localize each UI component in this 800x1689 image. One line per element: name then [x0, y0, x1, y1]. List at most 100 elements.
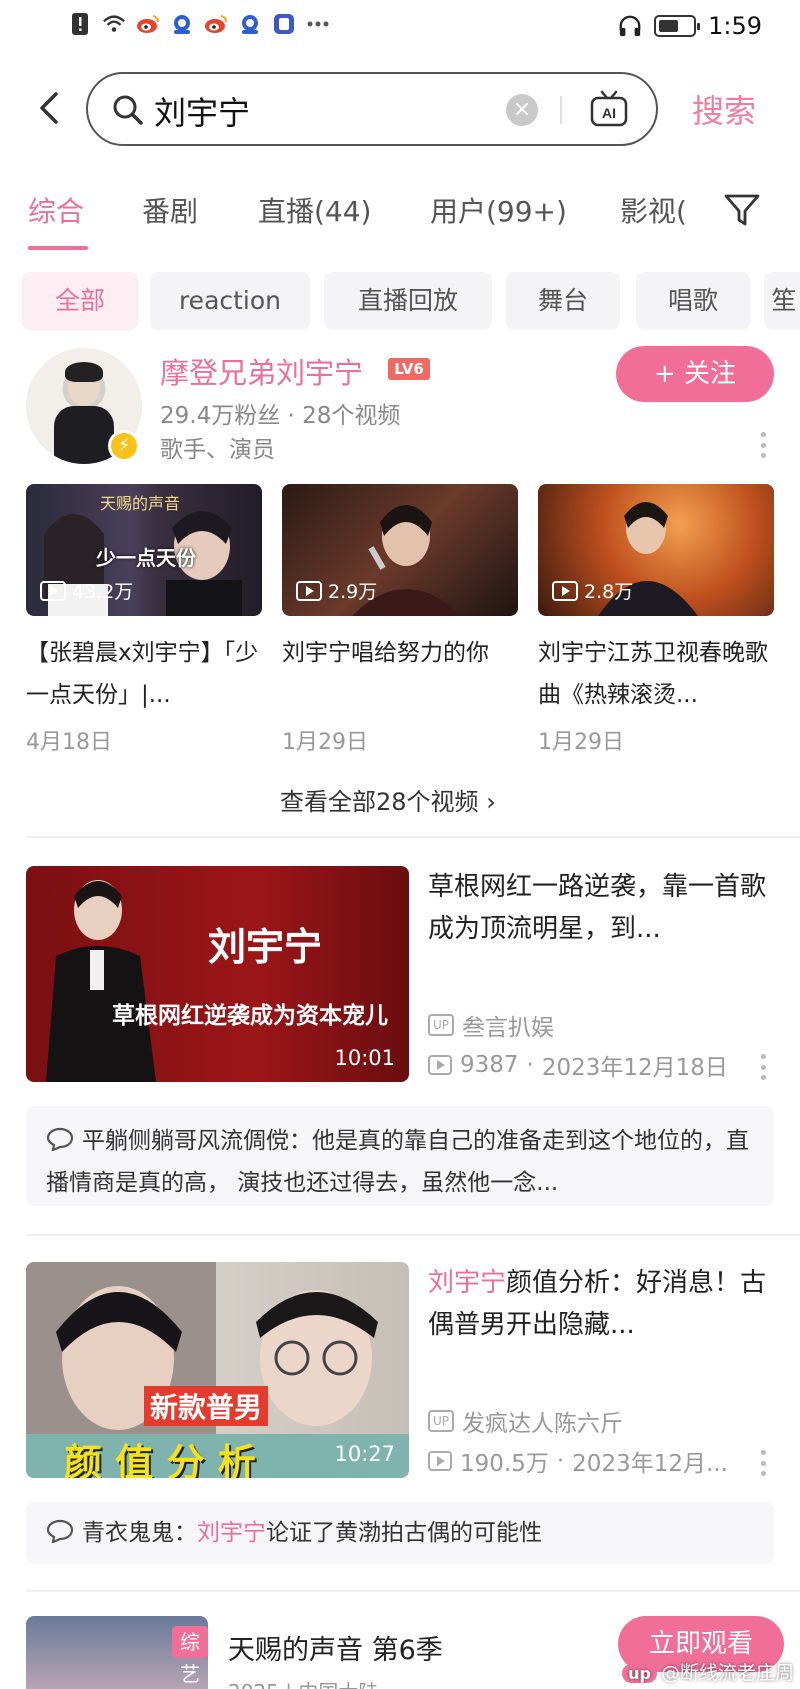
- chip-all[interactable]: 全部: [22, 272, 138, 330]
- follow-button[interactable]: + 关注: [616, 346, 774, 402]
- thumb-title-text: 新款普男: [144, 1386, 269, 1426]
- clear-icon[interactable]: ×: [506, 94, 538, 126]
- thumb-title-text: 刘宇宁: [208, 924, 323, 969]
- verified-bolt-icon: ⚡: [108, 430, 140, 462]
- video-result[interactable]: 新款普男 颜 值 分 析 10:27 刘宇宁颜值分析：好消息！古偶普男开出隐藏.…: [0, 1262, 800, 1478]
- divider: [26, 1590, 800, 1592]
- search-button[interactable]: 搜索: [692, 86, 756, 132]
- notification-icons: [68, 12, 330, 36]
- hot-comment[interactable]: 平躺侧躺哥风流倜傥：他是真的靠自己的准备走到这个地位的，直播情商是真的高， 演技…: [26, 1106, 774, 1206]
- watermark-text: @断线流老庄周: [660, 1662, 794, 1684]
- avatar-suit: [54, 406, 114, 464]
- variety-show-result[interactable]: 综艺 天赐的声音 第6季 2025 | 中国大陆 立即观看 up@断线流老庄周: [0, 1616, 800, 1689]
- creator-card: ⚡ 摩登兄弟刘宇宁 LV6 29.4万粉丝 · 28个视频 歌手、演员 + 关注…: [0, 340, 800, 820]
- uploader[interactable]: UP 发疯达人陈六斤: [428, 1404, 623, 1438]
- more-options-icon[interactable]: [760, 1450, 766, 1476]
- title-text: 草根网红一路逆袭，靠一首歌成为顶流明星，到...: [428, 872, 767, 944]
- search-query[interactable]: 刘宇宁: [154, 88, 250, 134]
- divider: [26, 836, 800, 838]
- chip-reaction[interactable]: reaction: [150, 272, 310, 330]
- more-options-icon[interactable]: [760, 432, 766, 458]
- thumb-overlay-text: 少一点天份: [96, 546, 196, 570]
- play-count-value: 43.2万: [72, 581, 134, 603]
- video-thumbnail: 天赐的声音 少一点天份 43.2万: [26, 484, 262, 616]
- avatar-hair: [65, 362, 103, 382]
- wifi-icon: [102, 12, 126, 36]
- creator-video-card[interactable]: 2.8万 刘宇宁江苏卫视春晚歌曲《热辣滚烫... 1月29日: [538, 484, 774, 755]
- view-all-videos-link[interactable]: 查看全部28个视频 ›: [280, 782, 496, 817]
- comment-bubble-icon: [46, 1123, 74, 1152]
- chip-partial[interactable]: 笙: [764, 272, 800, 330]
- play-count-value: 2.9万: [328, 581, 378, 603]
- svg-text:AI: AI: [602, 105, 616, 121]
- tab-film[interactable]: 影视(: [620, 190, 687, 230]
- chip-live-replay[interactable]: 直播回放: [324, 272, 492, 330]
- tab-live[interactable]: 直播(44): [258, 190, 371, 230]
- tab-bangumi[interactable]: 番剧: [142, 190, 198, 230]
- status-right: 1:59: [618, 12, 762, 40]
- video-thumbnail: 2.8万: [538, 484, 774, 616]
- video-title[interactable]: 草根网红一路逆袭，靠一首歌成为顶流明星，到...: [428, 866, 778, 950]
- comment-text: 论证了黄渤拍古偶的可能性: [266, 1520, 542, 1546]
- meta-separator: ·: [526, 1052, 534, 1078]
- level-badge: LV6: [388, 358, 430, 380]
- play-icon: [296, 580, 322, 601]
- hot-comment[interactable]: 青衣鬼鬼：刘宇宁论证了黄渤拍古偶的可能性: [26, 1502, 774, 1564]
- up-badge-icon: UP: [428, 1014, 455, 1036]
- video-title[interactable]: 刘宇宁唱给努力的你: [282, 632, 518, 716]
- video-meta: 9387 · 2023年12月18日: [428, 1048, 728, 1082]
- creator-video-card[interactable]: 2.9万 刘宇宁唱给努力的你 1月29日: [282, 484, 518, 755]
- video-thumbnail: 2.9万: [282, 484, 518, 616]
- video-date: 1月29日: [282, 730, 368, 755]
- weibo-icon: [136, 12, 160, 36]
- search-divider: [560, 96, 562, 124]
- video-date: 4月18日: [26, 730, 112, 755]
- clock: 1:59: [708, 12, 762, 40]
- chip-stage[interactable]: 舞台: [506, 272, 620, 330]
- video-title[interactable]: 【张碧晨x刘宇宁】「少一点天份」|...: [26, 632, 262, 716]
- status-bar: 1:59: [0, 0, 800, 56]
- tab-comprehensive[interactable]: 综合: [28, 190, 84, 230]
- play-count-value: 9387: [460, 1052, 519, 1078]
- chip-singing[interactable]: 唱歌: [636, 272, 750, 330]
- show-title[interactable]: 天赐的声音 第6季: [228, 1628, 443, 1667]
- video-duration: 10:27: [334, 1442, 395, 1466]
- video-date: 1月29日: [538, 730, 624, 755]
- tab-users[interactable]: 用户(99+): [430, 190, 567, 230]
- creator-description: 歌手、演员: [160, 437, 275, 463]
- more-dots-icon: [306, 12, 330, 36]
- title-highlight: 刘宇宁: [428, 1268, 507, 1298]
- watermark: up @断线流老庄周: [622, 1658, 794, 1685]
- view-all-label: 查看全部28个视频: [280, 788, 479, 816]
- show-thumbnail: 综艺: [26, 1616, 208, 1689]
- up-badge-icon: UP: [428, 1410, 455, 1432]
- video-title[interactable]: 刘宇宁颜值分析：好消息！古偶普男开出隐藏...: [428, 1262, 778, 1346]
- weibo-icon: [204, 12, 228, 36]
- creator-video-card[interactable]: 天赐的声音 少一点天份 43.2万 【张碧晨x刘宇宁】「少一点天份」|... 4…: [26, 484, 262, 755]
- tab-active-indicator: [28, 246, 88, 250]
- search-icon: [110, 92, 146, 128]
- filter-icon[interactable]: [722, 190, 762, 230]
- creator-name[interactable]: 摩登兄弟刘宇宁: [160, 350, 363, 392]
- tieba-icon: [272, 12, 296, 36]
- divider: [26, 1234, 800, 1236]
- video-result[interactable]: 刘宇宁 草根网红逆袭成为资本宠儿 10:01 草根网红一路逆袭，靠一首歌成为顶流…: [0, 866, 800, 1082]
- play-icon: [552, 580, 578, 601]
- search-input[interactable]: 刘宇宁 × AI: [86, 72, 658, 146]
- uploader[interactable]: UP 叁言扒娱: [428, 1008, 554, 1042]
- show-subtitle: 2025 | 中国大陆: [228, 1676, 378, 1689]
- publish-date: 2023年12月...: [572, 1451, 728, 1477]
- more-options-icon[interactable]: [760, 1054, 766, 1080]
- battery-icon: [654, 15, 701, 37]
- publish-date: 2023年12月18日: [541, 1055, 728, 1081]
- back-arrow-icon[interactable]: [34, 88, 66, 128]
- ai-tv-icon[interactable]: AI: [590, 90, 628, 128]
- meta-separator: ·: [556, 1448, 565, 1474]
- play-count-value: 2.8万: [584, 581, 634, 603]
- video-title[interactable]: 刘宇宁江苏卫视春晚歌曲《热辣滚烫...: [538, 632, 774, 716]
- alert-icon: [68, 12, 92, 36]
- search-bar: 刘宇宁 × AI 搜索: [0, 70, 800, 148]
- category-badge: 综艺: [172, 1626, 208, 1686]
- play-icon: [40, 580, 66, 601]
- chevron-right-icon: ›: [486, 788, 496, 816]
